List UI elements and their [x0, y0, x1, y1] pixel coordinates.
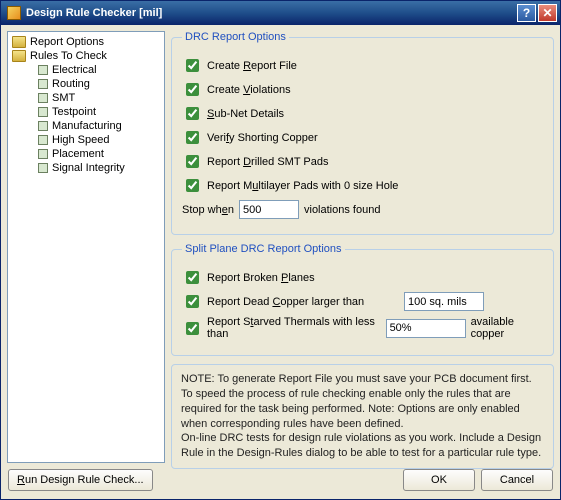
drc-report-options: DRC Report Options Create Report File Cr… [171, 31, 554, 235]
note-line: On-line DRC tests for design rule violat… [181, 431, 544, 461]
report-dead-copper-checkbox[interactable] [186, 295, 199, 308]
tree-label: High Speed [52, 134, 110, 146]
report-broken-planes-label: Report Broken Planes [207, 272, 315, 284]
stop-when-input[interactable] [239, 200, 299, 219]
notes-box: NOTE: To generate Report File you must s… [171, 364, 554, 469]
folder-icon [12, 36, 26, 48]
content-area: Report Options Rules To Check Electrical… [1, 25, 560, 469]
folder-icon [12, 50, 26, 62]
tree-label: Testpoint [52, 106, 96, 118]
tree-report-options[interactable]: Report Options [10, 35, 162, 49]
titlebar: Design Rule Checker [mil] ? ✕ [1, 1, 560, 25]
report-drilled-smt-checkbox[interactable] [186, 155, 199, 168]
nav-tree[interactable]: Report Options Rules To Check Electrical… [7, 31, 165, 463]
create-violations-label: Create Violations [207, 84, 291, 96]
report-multilayer-checkbox[interactable] [186, 179, 199, 192]
subnet-details-label: Sub-Net Details [207, 108, 284, 120]
leaf-icon [38, 135, 48, 145]
starved-thermals-input[interactable] [386, 319, 466, 338]
stop-when-label: Stop when [182, 204, 234, 216]
tree-label: Rules To Check [30, 50, 107, 62]
split-legend: Split Plane DRC Report Options [182, 243, 345, 255]
ok-button[interactable]: OK [403, 469, 475, 491]
close-button[interactable]: ✕ [538, 4, 557, 22]
create-violations-checkbox[interactable] [186, 83, 199, 96]
report-drilled-smt-label: Report Drilled SMT Pads [207, 156, 328, 168]
leaf-icon [38, 121, 48, 131]
available-copper-label: available copper [471, 316, 543, 340]
tree-rules-to-check[interactable]: Rules To Check [10, 49, 162, 63]
note-line: NOTE: To generate Report File you must s… [181, 372, 544, 387]
violations-found-label: violations found [304, 204, 380, 216]
tree-routing[interactable]: Routing [10, 77, 162, 91]
tree-label: Electrical [52, 64, 97, 76]
tree-label: Report Options [30, 36, 104, 48]
split-plane-options: Split Plane DRC Report Options Report Br… [171, 243, 554, 356]
leaf-icon [38, 93, 48, 103]
report-multilayer-label: Report Multilayer Pads with 0 size Hole [207, 180, 398, 192]
subnet-details-checkbox[interactable] [186, 107, 199, 120]
window-title: Design Rule Checker [mil] [26, 7, 515, 19]
create-report-file-label: Create Report File [207, 60, 297, 72]
tree-label: Signal Integrity [52, 162, 125, 174]
leaf-icon [38, 79, 48, 89]
tree-label: Placement [52, 148, 104, 160]
footer: Run Design Rule Check... OK Cancel [1, 469, 560, 498]
cancel-button[interactable]: Cancel [481, 469, 553, 491]
app-icon [7, 6, 21, 20]
create-report-file-checkbox[interactable] [186, 59, 199, 72]
tree-high-speed[interactable]: High Speed [10, 133, 162, 147]
tree-placement[interactable]: Placement [10, 147, 162, 161]
tree-label: Routing [52, 78, 90, 90]
help-button[interactable]: ? [517, 4, 536, 22]
report-dead-copper-label: Report Dead Copper larger than [207, 296, 399, 308]
run-drc-button[interactable]: Run Design Rule Check... [8, 469, 153, 491]
leaf-icon [38, 163, 48, 173]
tree-label: SMT [52, 92, 75, 104]
options-panel: DRC Report Options Create Report File Cr… [171, 31, 554, 463]
dead-copper-input[interactable] [404, 292, 484, 311]
leaf-icon [38, 107, 48, 117]
verify-shorting-checkbox[interactable] [186, 131, 199, 144]
report-starved-thermals-label: Report Starved Thermals with less than [207, 316, 381, 340]
tree-testpoint[interactable]: Testpoint [10, 105, 162, 119]
tree-smt[interactable]: SMT [10, 91, 162, 105]
leaf-icon [38, 149, 48, 159]
drc-legend: DRC Report Options [182, 31, 289, 43]
tree-signal-integrity[interactable]: Signal Integrity [10, 161, 162, 175]
report-starved-thermals-checkbox[interactable] [186, 322, 199, 335]
verify-shorting-label: Verify Shorting Copper [207, 132, 318, 144]
tree-label: Manufacturing [52, 120, 122, 132]
leaf-icon [38, 65, 48, 75]
note-line: To speed the process of rule checking en… [181, 387, 544, 432]
report-broken-planes-checkbox[interactable] [186, 271, 199, 284]
tree-electrical[interactable]: Electrical [10, 63, 162, 77]
tree-manufacturing[interactable]: Manufacturing [10, 119, 162, 133]
